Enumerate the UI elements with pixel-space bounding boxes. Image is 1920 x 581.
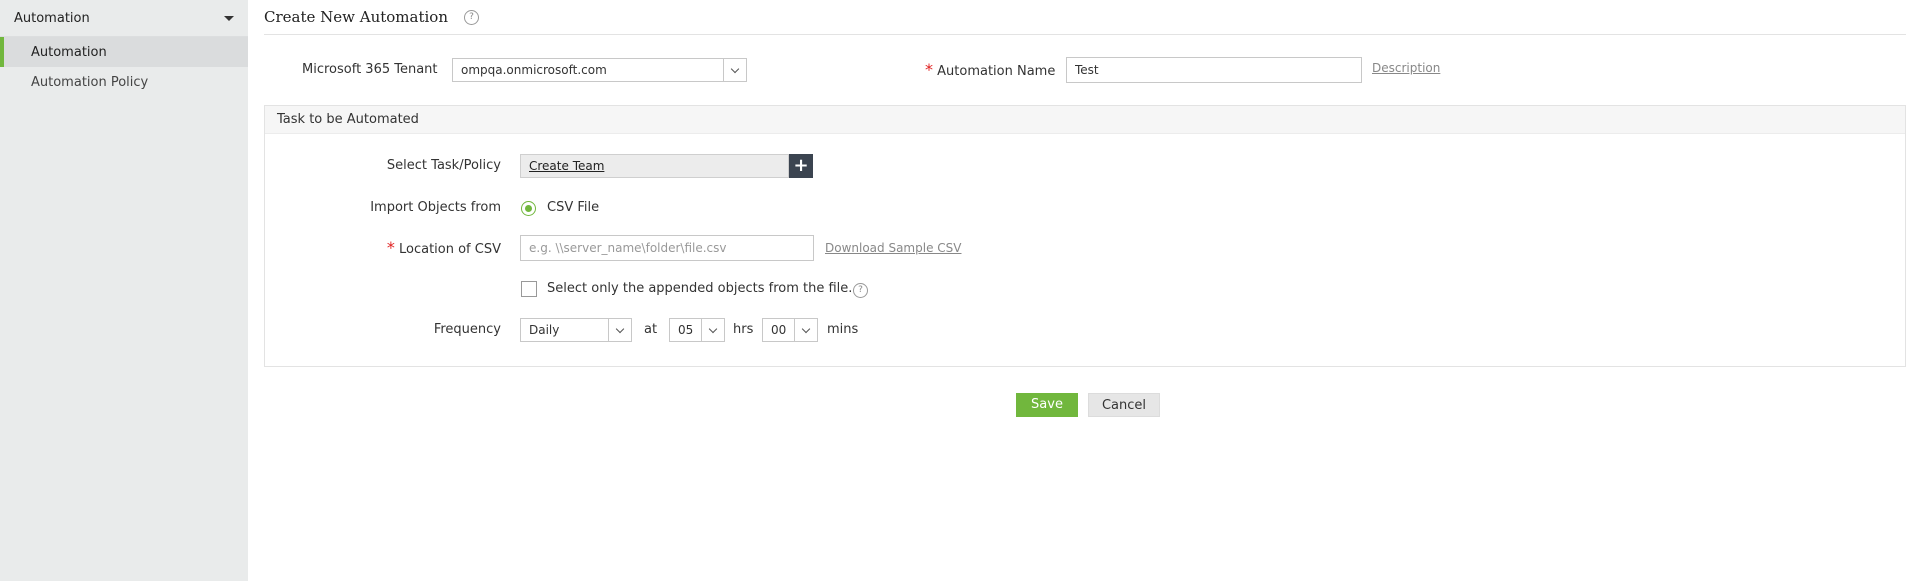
tenant-label: Microsoft 365 Tenant	[302, 62, 438, 77]
title-bar: Create New Automation ?	[264, 0, 1906, 35]
download-sample-csv-link[interactable]: Download Sample CSV	[825, 235, 961, 261]
task-section-title: Task to be Automated	[265, 106, 1905, 134]
hours-value: 05	[678, 323, 694, 337]
chevron-down-icon[interactable]	[608, 319, 631, 341]
csv-location-input[interactable]	[520, 235, 814, 261]
hours-select[interactable]: 05	[669, 318, 725, 342]
mins-label: mins	[827, 322, 859, 337]
sidebar-item-automation-policy[interactable]: Automation Policy	[0, 67, 248, 97]
sidebar-header-automation[interactable]: Automation	[0, 0, 248, 37]
cancel-button[interactable]: Cancel	[1088, 393, 1160, 417]
import-label: Import Objects from	[370, 200, 501, 215]
required-marker: *	[386, 238, 395, 257]
caret-down-icon	[224, 15, 234, 21]
csv-location-label: * Location of CSV	[265, 234, 501, 264]
automation-name-label-text: Automation Name	[937, 64, 1056, 79]
help-icon[interactable]: ?	[853, 283, 868, 298]
chevron-down-icon[interactable]	[723, 59, 746, 81]
hrs-label: hrs	[733, 322, 754, 337]
description-link[interactable]: Description	[1372, 55, 1440, 81]
task-policy-value[interactable]: Create Team	[529, 155, 604, 177]
csv-file-radio-label[interactable]: CSV File	[547, 194, 599, 222]
task-label: Select Task/Policy	[386, 158, 501, 173]
required-marker: *	[925, 60, 933, 79]
sidebar-item-automation[interactable]: Automation	[0, 37, 248, 67]
chevron-down-icon[interactable]	[794, 319, 817, 341]
page-title: Create New Automation	[264, 8, 448, 26]
tenant-value: ompqa.onmicrosoft.com	[461, 63, 607, 77]
appended-objects-checkbox[interactable]	[521, 281, 537, 297]
help-icon[interactable]: ?	[463, 9, 479, 25]
minutes-value: 00	[771, 323, 787, 337]
csv-location-row: * Location of CSV Download Sample CSV	[265, 234, 1905, 262]
task-row: Select Task/Policy Create Team +	[265, 152, 1905, 180]
frequency-value: Daily	[529, 323, 560, 337]
appended-objects-label[interactable]: Select only the appended objects from th…	[547, 275, 852, 303]
main-content: Create New Automation ? Microsoft 365 Te…	[264, 0, 1906, 417]
frequency-select[interactable]: Daily	[520, 318, 632, 342]
frequency-label: Frequency	[433, 322, 501, 337]
minutes-select[interactable]: 00	[762, 318, 818, 342]
csv-file-radio[interactable]	[521, 201, 536, 216]
sidebar-header-label: Automation	[14, 10, 90, 26]
frequency-row: Frequency Daily at 05 hrs 00 mins	[265, 316, 1905, 344]
task-panel: Task to be Automated Select Task/Policy …	[264, 105, 1906, 367]
sidebar: Automation Automation Automation Policy	[0, 0, 248, 581]
sidebar-item-label: Automation	[31, 44, 107, 60]
save-button[interactable]: Save	[1016, 393, 1078, 417]
sidebar-item-label: Automation Policy	[31, 74, 149, 90]
add-task-button[interactable]: +	[789, 154, 813, 178]
task-policy-field[interactable]: Create Team	[520, 154, 789, 178]
automation-name-label: * Automation Name	[925, 57, 1055, 85]
tenant-select[interactable]: ompqa.onmicrosoft.com	[452, 58, 747, 82]
import-row: Import Objects from CSV File	[265, 194, 1905, 222]
csv-location-label-text: Location of CSV	[398, 242, 501, 257]
appended-row: Select only the appended objects from th…	[265, 275, 1905, 303]
automation-name-input[interactable]	[1066, 57, 1362, 83]
top-form-row: Microsoft 365 Tenant ompqa.onmicrosoft.c…	[264, 57, 1906, 83]
at-label: at	[644, 322, 658, 337]
chevron-down-icon[interactable]	[701, 319, 724, 341]
